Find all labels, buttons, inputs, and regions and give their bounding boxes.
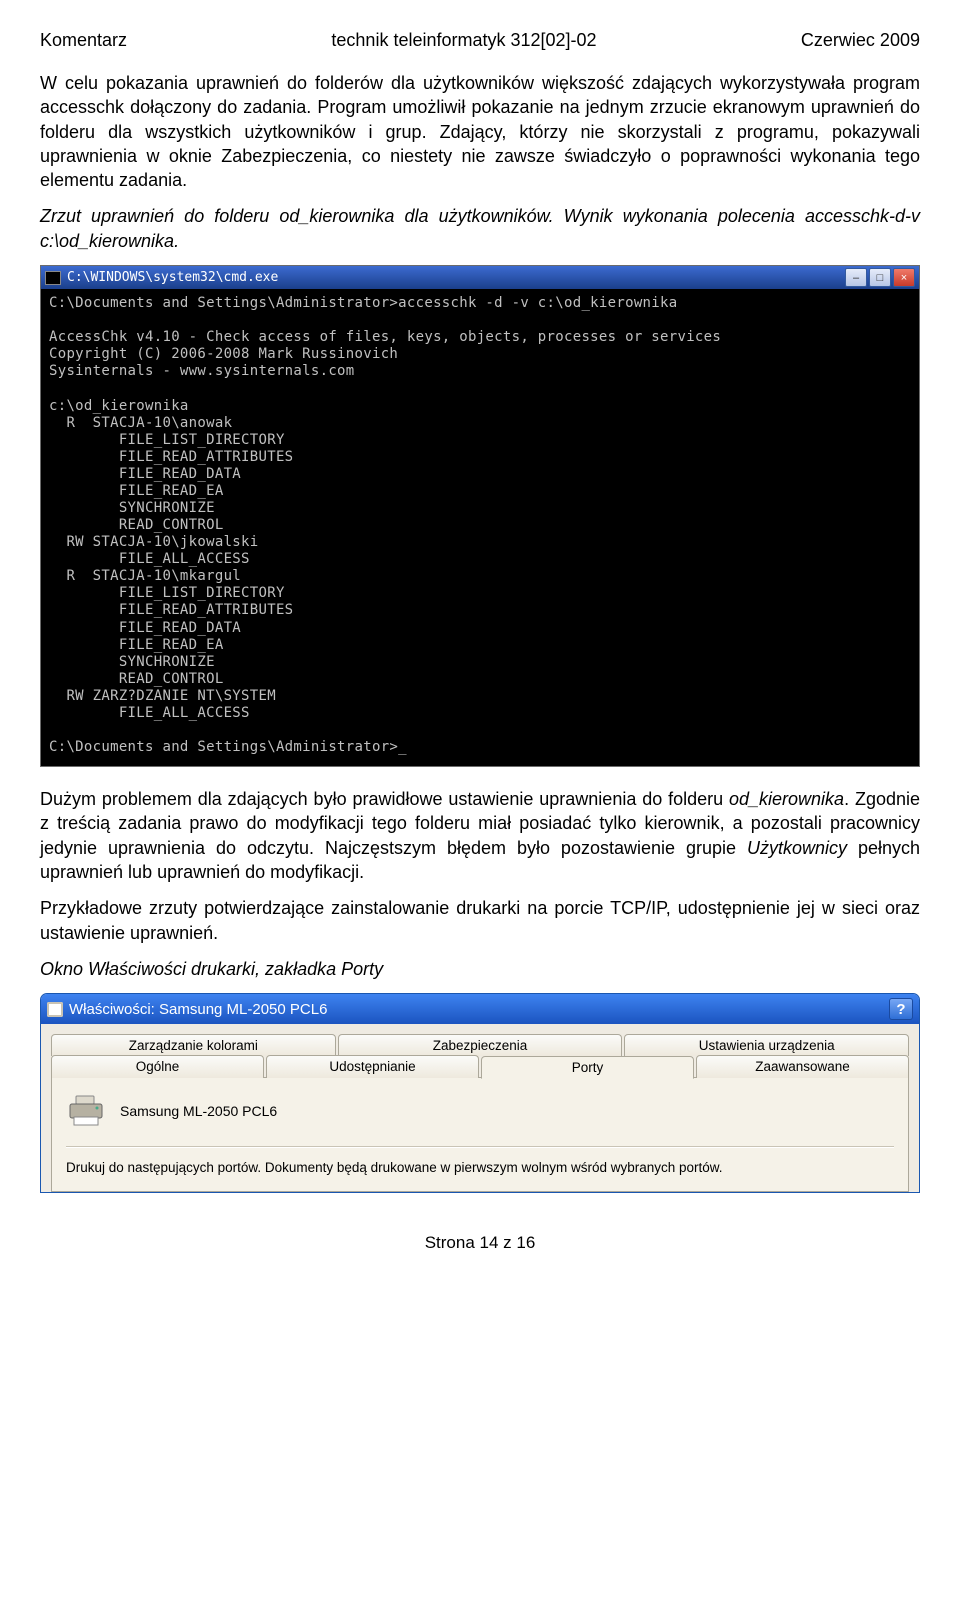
cmd-titlebar: C:\WINDOWS\system32\cmd.exe – □ × xyxy=(41,266,919,289)
cmd-window: C:\WINDOWS\system32\cmd.exe – □ × C:\Doc… xyxy=(40,265,920,767)
tab-panel-ports: Samsung ML-2050 PCL6 Drukuj do następują… xyxy=(51,1077,909,1192)
text: Dużym problemem dla zdających było prawi… xyxy=(40,789,729,809)
cmd-icon xyxy=(45,271,61,285)
header-left: Komentarz xyxy=(40,30,127,51)
properties-dialog: Właściwości: Samsung ML-2050 PCL6 ? Zarz… xyxy=(40,993,920,1193)
paragraph-3: Dużym problemem dla zdających było prawi… xyxy=(40,787,920,884)
tab-ports[interactable]: Porty xyxy=(481,1056,694,1079)
tab-general[interactable]: Ogólne xyxy=(51,1055,264,1078)
paragraph-1: W celu pokazania uprawnień do folderów d… xyxy=(40,71,920,192)
tabs-row-1: Zarządzanie kolorami Zabezpieczenia Usta… xyxy=(51,1034,909,1056)
help-button[interactable]: ? xyxy=(889,998,913,1020)
tabs-row-2: Ogólne Udostępnianie Porty Zaawansowane xyxy=(51,1055,909,1078)
printer-icon xyxy=(66,1094,106,1128)
header-center: technik teleinformatyk 312[02]-02 xyxy=(331,30,596,51)
tab-advanced[interactable]: Zaawansowane xyxy=(696,1055,909,1078)
paragraph-4: Przykładowe zrzuty potwierdzające zainst… xyxy=(40,896,920,945)
maximize-button[interactable]: □ xyxy=(869,268,891,287)
tab-color-management[interactable]: Zarządzanie kolorami xyxy=(51,1034,336,1056)
properties-titlebar: Właściwości: Samsung ML-2050 PCL6 ? xyxy=(41,994,919,1024)
printer-small-icon xyxy=(47,1002,63,1017)
paragraph-5-italic: Okno Właściwości drukarki, zakładka Port… xyxy=(40,957,920,981)
close-button[interactable]: × xyxy=(893,268,915,287)
text-italic: od_kierownika xyxy=(729,789,844,809)
divider xyxy=(66,1146,894,1147)
cmd-title: C:\WINDOWS\system32\cmd.exe xyxy=(67,270,278,285)
minimize-button[interactable]: – xyxy=(845,268,867,287)
tab-security[interactable]: Zabezpieczenia xyxy=(338,1034,623,1056)
properties-title: Właściwości: Samsung ML-2050 PCL6 xyxy=(69,1001,327,1018)
header-right: Czerwiec 2009 xyxy=(801,30,920,51)
tab-sharing[interactable]: Udostępnianie xyxy=(266,1055,479,1078)
text-italic: Użytkownicy xyxy=(747,838,847,858)
cmd-output: C:\Documents and Settings\Administrator>… xyxy=(41,289,919,766)
page-footer: Strona 14 z 16 xyxy=(40,1233,920,1253)
ports-description: Drukuj do następujących portów. Dokument… xyxy=(66,1159,894,1177)
tab-device-settings[interactable]: Ustawienia urządzenia xyxy=(624,1034,909,1056)
page-header: Komentarz technik teleinformatyk 312[02]… xyxy=(40,30,920,51)
printer-name-label: Samsung ML-2050 PCL6 xyxy=(120,1103,277,1119)
paragraph-2-italic: Zrzut uprawnień do folderu od_kierownika… xyxy=(40,204,920,253)
